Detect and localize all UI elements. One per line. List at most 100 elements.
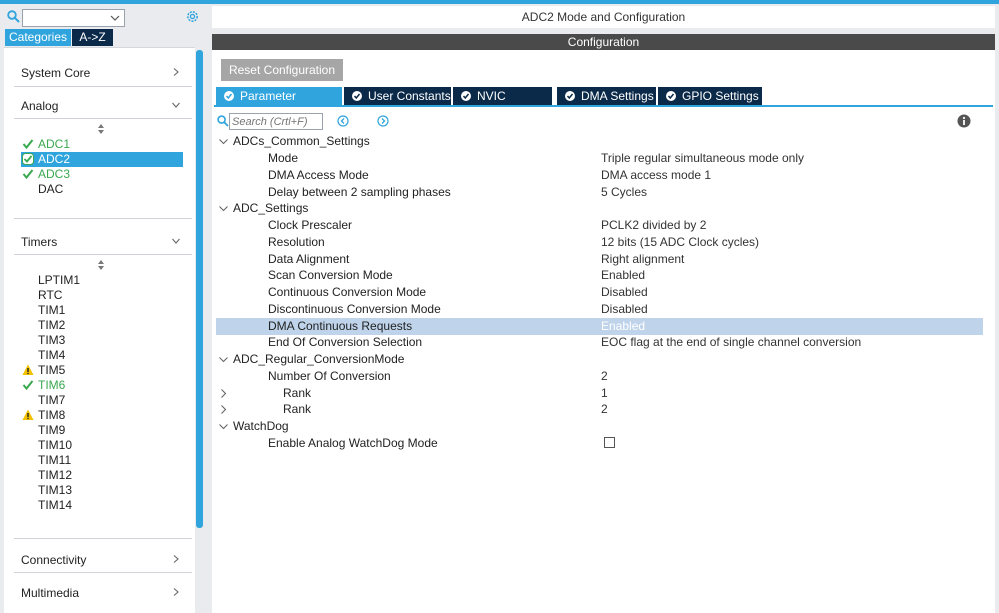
param-value[interactable]: 1 [601,385,608,402]
timer-item-tim9[interactable]: TIM9 [38,423,65,438]
chevron-down-icon[interactable] [110,14,120,22]
param-key: Number Of Conversion [268,369,391,383]
param-value[interactable]: Enabled [601,267,645,284]
param-value[interactable]: 5 Cycles [601,184,647,201]
watchdog-checkbox[interactable] [604,437,615,448]
timer-item-tim14[interactable]: TIM14 [38,498,72,513]
divider [14,118,192,119]
param-row[interactable]: Mode Triple regular simultaneous mode on… [216,150,983,167]
divider [14,572,192,573]
timer-item-tim2[interactable]: TIM2 [38,318,65,333]
param-row[interactable]: Discontinuous Conversion Mode Disabled [216,301,983,318]
timer-item-tim8[interactable]: TIM8 [38,408,65,423]
category-search-input[interactable] [22,9,125,27]
param-key: Data Alignment [268,252,350,266]
param-row[interactable]: Rank 1 [216,385,983,402]
tab-dma-settings[interactable]: DMA Settings [557,87,656,105]
chevron-down-icon[interactable] [219,355,228,364]
chevron-right-icon[interactable] [219,389,228,398]
param-row[interactable]: Data Alignment Right alignment [216,251,983,268]
tab-user-constants[interactable]: User Constants [344,87,451,105]
sort-icon[interactable] [98,260,104,270]
chevron-down-icon[interactable] [172,237,180,245]
category-tree: System Core Analog ADC1 ADC2 ADC3 DAC Ti… [4,47,195,613]
group-label: ADC_Regular_ConversionMode [233,352,405,366]
param-value[interactable]: Disabled [601,284,648,301]
group-row[interactable]: WatchDog [216,418,983,435]
param-row[interactable]: End Of Conversion Selection EOC flag at … [216,334,983,351]
chevron-right-icon[interactable] [172,555,180,563]
param-row[interactable]: Continuous Conversion Mode Disabled [216,284,983,301]
parameter-search-input[interactable] [229,113,323,130]
param-value[interactable]: Right alignment [601,251,684,268]
param-value[interactable]: 12 bits (15 ADC Clock cycles) [601,234,759,251]
analog-item-adc2[interactable]: ADC2 [38,152,70,167]
chevron-down-icon[interactable] [219,422,228,431]
param-row[interactable]: DMA Access Mode DMA access mode 1 [216,167,983,184]
chevron-down-icon[interactable] [219,204,228,213]
info-icon[interactable] [957,114,971,128]
category-timers[interactable]: Timers [21,235,57,249]
param-key: Discontinuous Conversion Mode [268,302,441,316]
param-row[interactable]: Enable Analog WatchDog Mode [216,435,983,452]
category-analog[interactable]: Analog [21,99,58,113]
timer-item-tim12[interactable]: TIM12 [38,468,72,483]
timer-item-tim5[interactable]: TIM5 [38,363,65,378]
param-value[interactable]: Triple regular simultaneous mode only [601,150,804,167]
param-key: Clock Prescaler [268,218,353,232]
param-row-selected[interactable]: DMA Continuous Requests Enabled [216,318,983,335]
param-value[interactable]: Disabled [601,301,648,318]
group-row[interactable]: ADC_Settings [216,200,983,217]
param-row[interactable]: Resolution 12 bits (15 ADC Clock cycles) [216,234,983,251]
left-scrollbar[interactable] [196,50,203,528]
timer-item-rtc[interactable]: RTC [38,288,62,303]
param-value[interactable]: 2 [601,368,608,385]
previous-icon[interactable] [337,115,349,127]
chevron-down-icon[interactable] [172,101,180,109]
timer-item-tim11[interactable]: TIM11 [38,453,71,468]
timer-item-tim10[interactable]: TIM10 [38,438,72,453]
reset-configuration-button[interactable]: Reset Configuration [221,59,343,81]
analog-item-adc1[interactable]: ADC1 [38,137,70,152]
analog-item-dac[interactable]: DAC [38,182,63,197]
sort-icon[interactable] [98,124,104,134]
category-connectivity[interactable]: Connectivity [21,553,86,567]
next-icon[interactable] [377,115,389,127]
param-row[interactable]: Rank 2 [216,401,983,418]
param-value[interactable]: 2 [601,401,608,418]
chevron-right-icon[interactable] [219,405,228,414]
timer-item-tim6[interactable]: TIM6 [38,378,65,393]
search-icon[interactable] [7,10,20,23]
tab-parameter-settings[interactable]: Parameter Settings [216,87,342,121]
param-value[interactable]: EOC flag at the end of single channel co… [601,334,861,351]
category-multimedia[interactable]: Multimedia [21,586,79,600]
tab-label: GPIO Settings [682,89,759,103]
group-row[interactable]: ADCs_Common_Settings [216,133,983,150]
timer-item-tim4[interactable]: TIM4 [38,348,65,363]
param-value[interactable]: Enabled [601,318,645,335]
group-row[interactable]: ADC_Regular_ConversionMode [216,351,983,368]
param-row[interactable]: Delay between 2 sampling phases 5 Cycles [216,184,983,201]
chevron-down-icon[interactable] [219,137,228,146]
check-icon [22,380,34,391]
tab-categories[interactable]: Categories [5,29,71,46]
param-row[interactable]: Number Of Conversion 2 [216,368,983,385]
timer-item-tim13[interactable]: TIM13 [38,483,72,498]
chevron-right-icon[interactable] [172,68,180,76]
timer-item-lptim1[interactable]: LPTIM1 [38,273,80,288]
timer-item-tim1[interactable]: TIM1 [38,303,65,318]
tab-a-to-z[interactable]: A->Z [72,29,113,46]
param-row[interactable]: Scan Conversion Mode Enabled [216,267,983,284]
gear-icon[interactable] [185,9,200,24]
tab-nvic-settings[interactable]: NVIC Settings [453,87,552,121]
param-value[interactable]: PCLK2 divided by 2 [601,217,706,234]
chevron-right-icon[interactable] [172,588,180,596]
analog-item-adc3[interactable]: ADC3 [38,167,70,182]
param-value[interactable]: DMA access mode 1 [601,167,711,184]
timer-item-tim3[interactable]: TIM3 [38,333,65,348]
tab-gpio-settings[interactable]: GPIO Settings [658,87,762,105]
param-row[interactable]: Clock Prescaler PCLK2 divided by 2 [216,217,983,234]
window-title: ADC2 Mode and Configuration [212,6,995,28]
category-system-core[interactable]: System Core [21,66,90,80]
timer-item-tim7[interactable]: TIM7 [38,393,65,408]
